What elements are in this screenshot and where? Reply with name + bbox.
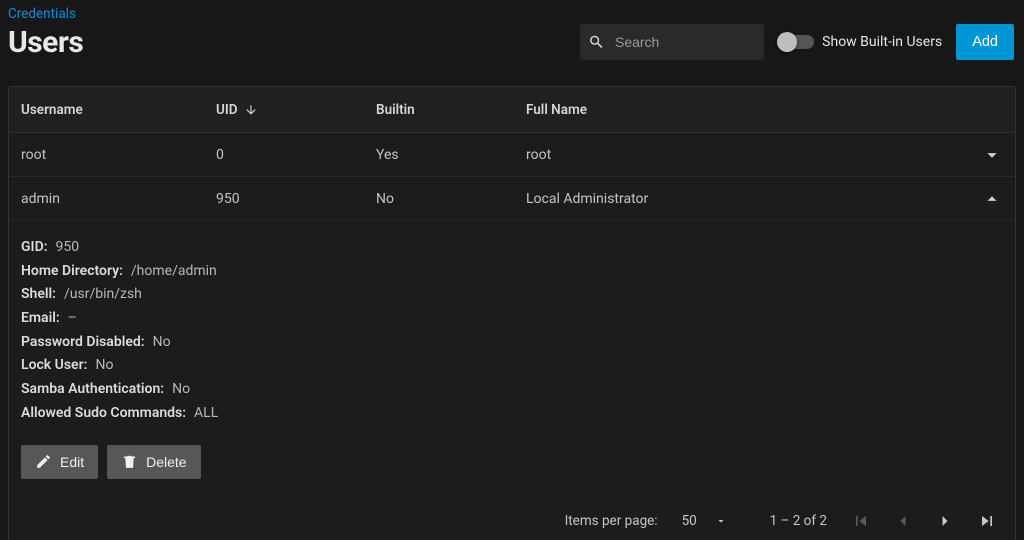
cell-fullname: root [526,147,947,163]
page-range-label: 1 – 2 of 2 [770,513,827,529]
prev-page-icon[interactable] [893,511,913,531]
toggle-track[interactable] [780,35,814,49]
detail-password-disabled: Password Disabled:No [21,332,1003,354]
edit-button-label: Edit [60,454,84,470]
detail-actions: Edit Delete [21,445,1003,479]
detail-home-directory: Home Directory:/home/admin [21,261,1003,283]
table-row[interactable]: admin 950 No Local Administrator [9,177,1015,221]
pencil-icon [35,453,52,470]
col-header-uid-label: UID [216,102,238,118]
dropdown-caret-icon [715,515,727,527]
search-field[interactable] [580,24,764,60]
detail-email: Email:– [21,308,1003,330]
detail-gid: GID:950 [21,237,1003,259]
next-page-icon[interactable] [935,511,955,531]
delete-button-label: Delete [146,454,186,470]
col-header-uid[interactable]: UID [216,102,376,118]
cell-username: admin [21,191,216,207]
detail-samba-auth: Samba Authentication:No [21,379,1003,401]
toggle-knob [777,32,797,52]
expand-row-icon[interactable] [981,144,1003,166]
cell-builtin: Yes [376,147,526,163]
show-builtin-users-toggle[interactable]: Show Built-in Users [780,34,942,50]
page-header: Users Show Built-in Users Add [0,24,1024,74]
detail-sudo-commands: Allowed Sudo Commands:ALL [21,403,1003,425]
users-table-card: Username UID Builtin Full Name root 0 Ye… [8,86,1016,540]
col-header-builtin[interactable]: Builtin [376,102,526,118]
toggle-label: Show Built-in Users [822,34,942,50]
cell-username: root [21,147,216,163]
first-page-icon[interactable] [851,511,871,531]
cell-builtin: No [376,191,526,207]
edit-button[interactable]: Edit [21,445,98,479]
col-header-username[interactable]: Username [21,102,216,118]
detail-shell: Shell:/usr/bin/zsh [21,284,1003,306]
cell-fullname: Local Administrator [526,191,947,207]
last-page-icon[interactable] [977,511,997,531]
sort-descending-icon [244,103,258,117]
breadcrumb-credentials[interactable]: Credentials [8,6,76,22]
row-detail-panel: GID:950 Home Directory:/home/admin Shell… [9,221,1015,497]
cell-uid: 0 [216,147,376,163]
col-header-fullname[interactable]: Full Name [526,102,947,118]
page-size-value: 50 [682,513,697,529]
paginator: Items per page: 50 1 – 2 of 2 [9,497,1015,540]
search-icon [588,32,605,52]
paginator-nav [851,511,997,531]
items-per-page-label: Items per page: [565,513,658,529]
search-input[interactable] [615,34,756,50]
page-title: Users [8,25,83,60]
delete-button[interactable]: Delete [107,445,200,479]
page-size-select[interactable]: 50 [682,513,746,529]
detail-lock-user: Lock User:No [21,355,1003,377]
table-header-row: Username UID Builtin Full Name [9,87,1015,133]
collapse-row-icon[interactable] [981,188,1003,210]
table-row[interactable]: root 0 Yes root [9,133,1015,177]
add-button[interactable]: Add [956,24,1014,60]
trash-icon [121,453,138,470]
cell-uid: 950 [216,191,376,207]
